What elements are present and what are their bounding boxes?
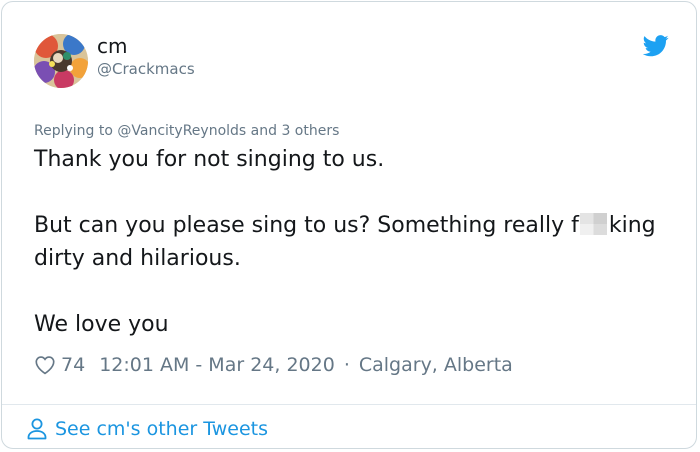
replying-to: Replying to @VancityReynolds and 3 other… <box>34 121 339 141</box>
author-name[interactable]: cm <box>97 33 127 59</box>
location-link[interactable]: Calgary, Alberta <box>359 354 513 376</box>
like-count[interactable]: 74 <box>61 354 85 376</box>
tweet-meta: 74 12:01 AM - Mar 24, 2020 · Calgary, Al… <box>34 352 513 378</box>
replying-prefix: Replying to <box>34 123 113 139</box>
avatar-image <box>34 34 88 88</box>
tweet-text: Thank you for not singing to us. But can… <box>34 143 674 341</box>
tweet-line: We love you <box>34 312 169 337</box>
tweet-line: Thank you for not singing to us. <box>34 147 385 172</box>
avatar[interactable] <box>34 34 88 88</box>
heart-icon[interactable] <box>34 354 56 376</box>
replying-suffix[interactable]: and 3 others <box>251 123 340 139</box>
twitter-bird-icon[interactable] <box>643 35 669 57</box>
timestamp-link[interactable]: 12:01 AM - Mar 24, 2020 <box>99 354 335 376</box>
tweet-line: But can you please sing to us? Something… <box>34 209 674 275</box>
person-icon <box>27 418 47 440</box>
reply-mention-link[interactable]: @VancityReynolds <box>117 123 246 139</box>
meta-separator: · <box>343 354 350 376</box>
author-handle[interactable]: @Crackmacs <box>97 59 195 79</box>
divider <box>2 404 696 405</box>
tweet-card: cm @Crackmacs Replying to @VancityReynol… <box>1 1 697 449</box>
censor-blur <box>579 213 607 235</box>
see-other-tweets-label[interactable]: See cm's other Tweets <box>55 418 268 440</box>
see-other-tweets-link[interactable]: See cm's other Tweets <box>27 416 268 442</box>
tweet-text-part: But can you please sing to us? Something… <box>34 213 579 238</box>
